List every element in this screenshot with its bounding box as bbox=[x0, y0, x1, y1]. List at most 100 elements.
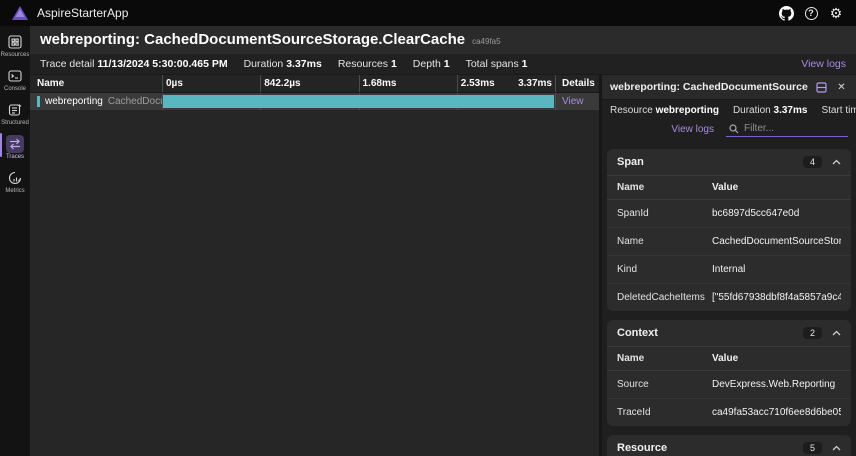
table-row: Kind Internal bbox=[607, 256, 851, 284]
sidebar-item-resources[interactable]: Resources bbox=[0, 33, 30, 58]
table-row: SpanId bc6897d5cc647e0d bbox=[607, 200, 851, 228]
span-operation-name: CachedDocumentSo… bbox=[108, 96, 162, 107]
span-duration-bar[interactable] bbox=[163, 95, 554, 108]
panel-resource: Resource webreporting bbox=[610, 105, 719, 116]
name-column-header: Name bbox=[30, 75, 162, 92]
span-view-link[interactable]: View bbox=[562, 96, 584, 107]
trace-waterfall: Name 0µs 842.2µs 1.68ms 2.53ms 3.37ms De… bbox=[30, 75, 602, 456]
panel-title: webreporting: CachedDocumentSourceStorag… bbox=[610, 81, 808, 93]
content-row: Name 0µs 842.2µs 1.68ms 2.53ms 3.37ms De… bbox=[30, 75, 856, 456]
trace-duration: Duration 3.37ms bbox=[244, 58, 322, 70]
section-context: Context 2 Name Value Source Dev bbox=[607, 320, 851, 426]
tick-label: 0µs bbox=[162, 75, 260, 92]
span-details-panel: webreporting: CachedDocumentSourceStorag… bbox=[602, 75, 856, 456]
help-icon[interactable]: ? bbox=[803, 5, 819, 21]
panel-start-time: Start time 0µs bbox=[821, 105, 856, 116]
aspire-logo-icon bbox=[12, 6, 28, 21]
trace-depth: Depth 1 bbox=[413, 58, 450, 70]
trace-short-id: ca49fa5 bbox=[472, 37, 500, 46]
search-icon bbox=[729, 124, 739, 134]
sidebar-item-console[interactable]: Console bbox=[0, 67, 30, 92]
section-header[interactable]: Span 4 bbox=[607, 149, 851, 175]
sidebar-item-label: Console bbox=[4, 86, 26, 92]
chevron-up-icon[interactable] bbox=[832, 445, 841, 451]
trace-detail-timestamp: Trace detail 11/13/2024 5:30:00.465 PM bbox=[40, 58, 228, 70]
table-row: DeletedCacheItems ["55fd67938dbf8f4a5857… bbox=[607, 284, 851, 311]
metrics-icon bbox=[6, 169, 24, 187]
sidebar-item-traces[interactable]: Traces bbox=[0, 135, 30, 160]
sidebar-item-metrics[interactable]: Metrics bbox=[0, 169, 30, 194]
sidebar-item-structured[interactable]: Structured bbox=[0, 101, 30, 126]
sidebar-item-label: Traces bbox=[6, 154, 24, 160]
filter-box[interactable] bbox=[726, 121, 848, 137]
duration-label: Duration bbox=[244, 58, 284, 70]
tick-label-end: 3.37ms bbox=[518, 78, 552, 89]
kv-value: bc6897d5cc647e0d bbox=[712, 208, 841, 219]
kv-name: Name bbox=[617, 236, 712, 247]
kv-value-header: Value bbox=[712, 353, 841, 364]
main-column: webreporting: CachedDocumentSourceStorag… bbox=[30, 26, 856, 456]
tick-cell-last: 2.53ms 3.37ms bbox=[457, 75, 555, 92]
github-icon[interactable] bbox=[778, 5, 794, 21]
kv-value: DevExpress.Web.Reporting bbox=[712, 379, 841, 390]
section-span: Span 4 Name Value SpanId bc6897 bbox=[607, 149, 851, 311]
structured-logs-icon bbox=[6, 101, 24, 119]
panel-summary: Resource webreporting Duration 3.37ms St… bbox=[602, 100, 856, 118]
resources-icon bbox=[6, 33, 24, 51]
filter-input[interactable] bbox=[744, 123, 834, 134]
section-header[interactable]: Resource 5 bbox=[607, 435, 851, 456]
kv-table-header: Name Value bbox=[607, 346, 851, 371]
console-icon bbox=[6, 67, 24, 85]
resources-label: Resources bbox=[338, 58, 388, 70]
chevron-up-icon[interactable] bbox=[832, 159, 841, 165]
dock-panel-icon[interactable] bbox=[815, 81, 828, 94]
kv-value-header: Value bbox=[712, 182, 841, 193]
panel-duration-value: 3.37ms bbox=[774, 105, 808, 116]
section-title: Span bbox=[617, 156, 793, 168]
tick-label: 2.53ms bbox=[461, 78, 495, 89]
top-bar: AspireStarterApp ? ⚙ bbox=[0, 0, 856, 26]
settings-icon[interactable]: ⚙ bbox=[828, 5, 844, 21]
kv-value: CachedDocumentSourceStorage.ClearCache bbox=[712, 236, 841, 247]
span-details-cell: View bbox=[555, 93, 599, 110]
panel-resource-label: Resource bbox=[610, 105, 653, 116]
section-header[interactable]: Context 2 bbox=[607, 320, 851, 346]
timeline-ticks: 0µs 842.2µs 1.68ms 2.53ms 3.37ms bbox=[162, 75, 555, 92]
kv-name-header: Name bbox=[617, 353, 712, 364]
panel-start-label: Start time bbox=[821, 105, 856, 116]
kv-name-header: Name bbox=[617, 182, 712, 193]
section-title: Resource bbox=[617, 442, 793, 454]
panel-resource-value: webreporting bbox=[656, 105, 719, 116]
section-count-badge: 5 bbox=[803, 442, 822, 454]
page-title-bar: webreporting: CachedDocumentSourceStorag… bbox=[30, 26, 856, 54]
panel-body: Span 4 Name Value SpanId bc6897 bbox=[602, 143, 856, 456]
sidebar-item-label: Structured bbox=[1, 120, 29, 126]
waterfall-empty-area bbox=[30, 110, 599, 456]
kv-name: TraceId bbox=[617, 407, 712, 418]
depth-value: 1 bbox=[444, 58, 450, 70]
span-row[interactable]: webreporting CachedDocumentSo… View bbox=[30, 93, 599, 110]
sidebar-item-label: Resources bbox=[1, 52, 30, 58]
kv-table-header: Name Value bbox=[607, 175, 851, 200]
section-count-badge: 4 bbox=[803, 156, 822, 168]
span-color-marker bbox=[37, 96, 40, 107]
span-resource-name: webreporting bbox=[45, 96, 103, 107]
span-row-name-cell: webreporting CachedDocumentSo… bbox=[30, 93, 162, 110]
details-column-header: Details bbox=[555, 75, 599, 92]
kv-value: Internal bbox=[712, 264, 841, 275]
chevron-up-icon[interactable] bbox=[832, 330, 841, 336]
trace-total-spans: Total spans 1 bbox=[466, 58, 528, 70]
trace-timestamp: 11/13/2024 5:30:00.465 PM bbox=[97, 58, 227, 70]
panel-header: webreporting: CachedDocumentSourceStorag… bbox=[602, 75, 856, 100]
table-row: TraceId ca49fa53acc710f6ee8d6be0546a8218 bbox=[607, 399, 851, 426]
table-row: Name CachedDocumentSourceStorage.ClearCa… bbox=[607, 228, 851, 256]
total-spans-label: Total spans bbox=[466, 58, 519, 70]
kv-name: SpanId bbox=[617, 208, 712, 219]
panel-view-logs-link[interactable]: View logs bbox=[671, 124, 714, 135]
kv-name: DeletedCacheItems bbox=[617, 292, 712, 303]
close-icon[interactable]: ✕ bbox=[835, 81, 848, 94]
resources-value: 1 bbox=[391, 58, 397, 70]
sidebar: Resources Console Structured bbox=[0, 26, 30, 456]
depth-label: Depth bbox=[413, 58, 441, 70]
view-logs-link[interactable]: View logs bbox=[801, 58, 846, 70]
